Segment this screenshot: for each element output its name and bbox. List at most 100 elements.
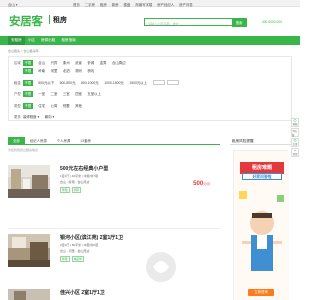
search-box[interactable]: 请输入小区名称、地址... 搜索 bbox=[144, 18, 247, 27]
price-max-input[interactable] bbox=[166, 80, 179, 85]
top-link-shops[interactable]: 商铺写字楼 bbox=[135, 2, 152, 7]
listing-layout: 1室1厅 | 40平米 | 中层/共7层 bbox=[60, 174, 99, 178]
customer-service-button[interactable]: 客服 bbox=[291, 118, 299, 127]
nav-item-guide[interactable]: 租房指南 bbox=[58, 36, 78, 45]
filter-row-price: 租金 不限 500元以下 500-800元 800-1000元 1000-150… bbox=[9, 78, 293, 87]
top-link-qa[interactable]: 房产问答 bbox=[179, 2, 193, 7]
tab-count[interactable]: 13套房 bbox=[75, 137, 96, 144]
listing-tag: 朝南 bbox=[71, 187, 82, 193]
listing-tabs: 全部 经纪人房源 个人房源 13套房 bbox=[8, 137, 220, 145]
toolbar-label: 手机版 bbox=[292, 129, 297, 137]
nav-item-listings[interactable]: 房源出租 bbox=[38, 36, 58, 45]
filter-option[interactable]: 北泗 bbox=[63, 68, 70, 73]
city-switcher[interactable]: 合山 ▾ bbox=[8, 2, 17, 7]
toolbar-label: 顶部 bbox=[292, 153, 298, 156]
filter-option[interactable]: 河里 bbox=[51, 68, 58, 73]
filter-row-more: 更多 装修程度 ▾ 朝向 ▾ bbox=[9, 112, 293, 121]
tab-agent[interactable]: 经纪人房源 bbox=[25, 137, 52, 144]
listing-title[interactable]: 银河小区(滨江苑) 2室1厅1卫 bbox=[60, 234, 123, 241]
top-link-new[interactable]: 新房 bbox=[112, 2, 119, 7]
top-link-rent[interactable]: 租房 bbox=[100, 2, 107, 7]
filter-option[interactable]: 800-1000元 bbox=[81, 80, 99, 85]
filter-option[interactable]: 武宣 bbox=[75, 60, 82, 65]
main-nav: 安租房 小区 房源出租 租房指南 bbox=[0, 36, 300, 45]
filter-option[interactable]: 500元以下 bbox=[38, 80, 54, 85]
back-to-top-button[interactable]: 顶部 bbox=[291, 148, 299, 157]
filter-option[interactable]: 兴宾 bbox=[51, 60, 58, 65]
watermark bbox=[142, 244, 292, 292]
top-link-resale[interactable]: 二手房 bbox=[85, 2, 95, 7]
watermark-logo-icon bbox=[146, 252, 176, 282]
filter-label: 类型 bbox=[14, 104, 21, 108]
listing-photo[interactable] bbox=[8, 234, 50, 267]
listing-tags: 整租 精装修 bbox=[60, 256, 86, 262]
filter-option[interactable]: 不限 bbox=[23, 67, 33, 74]
mobile-version-button[interactable]: 手机版 bbox=[291, 128, 299, 137]
ad-subheadline: 好家问答啦 bbox=[242, 173, 282, 180]
price-unit: 元/月 bbox=[203, 182, 210, 186]
filter-option[interactable]: 合山 bbox=[38, 60, 45, 65]
search-button[interactable]: 搜索 bbox=[231, 18, 247, 27]
top-link-agents[interactable]: 房产经纪人 bbox=[157, 2, 174, 7]
nav-item-community[interactable]: 小区 bbox=[25, 36, 38, 45]
filter-option[interactable]: 四室 bbox=[75, 91, 82, 96]
filter-option[interactable]: 象州 bbox=[63, 60, 70, 65]
filter-option[interactable]: 岭南 bbox=[38, 68, 45, 73]
filter-option[interactable]: 1500元以上 bbox=[129, 80, 147, 85]
listing-tag: 整租 bbox=[60, 187, 70, 193]
filter-option[interactable]: 不限 bbox=[23, 102, 33, 109]
price-value: 500 bbox=[193, 181, 204, 187]
filter-option[interactable]: 一室 bbox=[38, 91, 45, 96]
filter-option[interactable]: 别墅 bbox=[63, 103, 70, 108]
filter-option[interactable]: 1000-1500元 bbox=[104, 80, 124, 85]
listing-title[interactable]: 佳兴小区 2室1厅1卫 bbox=[60, 289, 105, 296]
listing-photo[interactable] bbox=[8, 289, 50, 300]
breadcrumb: 合山租房 > 合山租房网 bbox=[8, 49, 39, 53]
filter-option[interactable]: 其他 bbox=[75, 103, 82, 108]
filter-label: 更多 bbox=[14, 115, 21, 119]
tab-personal[interactable]: 个人房源 bbox=[52, 137, 76, 144]
toolbar-label: 反馈 bbox=[292, 143, 298, 146]
floating-toolbar: 客服 手机版 反馈 顶部 bbox=[291, 118, 300, 164]
toolbar-label: 客服 bbox=[292, 123, 298, 126]
hotline-number: 400-0000-000 bbox=[262, 19, 282, 24]
filter-option[interactable]: 忻城 bbox=[87, 60, 94, 65]
filter-dropdown-orientation[interactable]: 朝向 ▾ bbox=[45, 114, 54, 119]
filter-option[interactable]: 合山周边 bbox=[112, 60, 126, 65]
filter-option[interactable]: 金秀 bbox=[100, 60, 107, 65]
listing-price: 500元/月 bbox=[193, 181, 210, 187]
feedback-button[interactable]: 反馈 bbox=[291, 138, 299, 147]
section-title: 租房 bbox=[53, 17, 67, 24]
site-logo[interactable]: 安居客 bbox=[9, 13, 43, 29]
filter-dropdown-decoration[interactable]: 装修程度 ▾ bbox=[23, 114, 39, 119]
filter-option[interactable]: 不限 bbox=[23, 79, 33, 86]
filter-option[interactable]: 公寓 bbox=[51, 103, 58, 108]
search-input[interactable]: 请输入小区名称、地址... bbox=[148, 21, 182, 26]
listing-title[interactable]: 500元左右经典小户型 bbox=[60, 165, 108, 172]
filter-label: 区域 bbox=[14, 61, 21, 65]
listing-tag: 精装修 bbox=[71, 256, 85, 262]
filter-option[interactable]: 不限 bbox=[23, 59, 33, 66]
tab-all[interactable]: 全部 bbox=[8, 137, 25, 144]
filter-option[interactable]: 五室以上 bbox=[87, 91, 101, 96]
logo-divider bbox=[49, 15, 50, 24]
filter-option[interactable]: 二室 bbox=[51, 91, 58, 96]
filter-row-subarea: 不限 岭南 河里 北泗 溯河 桥巩 bbox=[9, 66, 293, 75]
filter-row-layout: 户型 不限 一室 二室 三室 四室 五室以上 bbox=[9, 89, 293, 98]
price-min-input[interactable] bbox=[152, 80, 165, 85]
listing-tags: 整租 朝南 bbox=[60, 187, 83, 193]
filter-option[interactable]: 三室 bbox=[63, 91, 70, 96]
result-hint: 为您找到合山租房信息 bbox=[8, 148, 39, 152]
filter-option[interactable]: 桥巩 bbox=[87, 68, 94, 73]
filter-option[interactable]: 溯河 bbox=[75, 68, 82, 73]
top-link-estates[interactable]: 楼盘 bbox=[124, 2, 131, 7]
nav-item-rent-home[interactable]: 安租房 bbox=[8, 36, 25, 45]
list-item[interactable]: 500元左右经典小户型 1室1厅 | 40平米 | 中层/共7层 合山 - 岭南… bbox=[8, 165, 220, 205]
filter-option[interactable]: 500-800元 bbox=[60, 80, 76, 85]
filter-row-type: 类型 不限 住宅 公寓 别墅 其他 bbox=[9, 101, 293, 110]
top-link-home[interactable]: 首页 bbox=[73, 2, 80, 7]
filter-option[interactable]: 住宅 bbox=[38, 103, 45, 108]
filter-panel: 区域 不限 合山 兴宾 象州 武宣 忻城 金秀 合山周边 不限 岭南 河里 北泗… bbox=[8, 56, 292, 121]
filter-option[interactable]: 不限 bbox=[23, 90, 33, 97]
listing-photo[interactable] bbox=[8, 165, 50, 198]
